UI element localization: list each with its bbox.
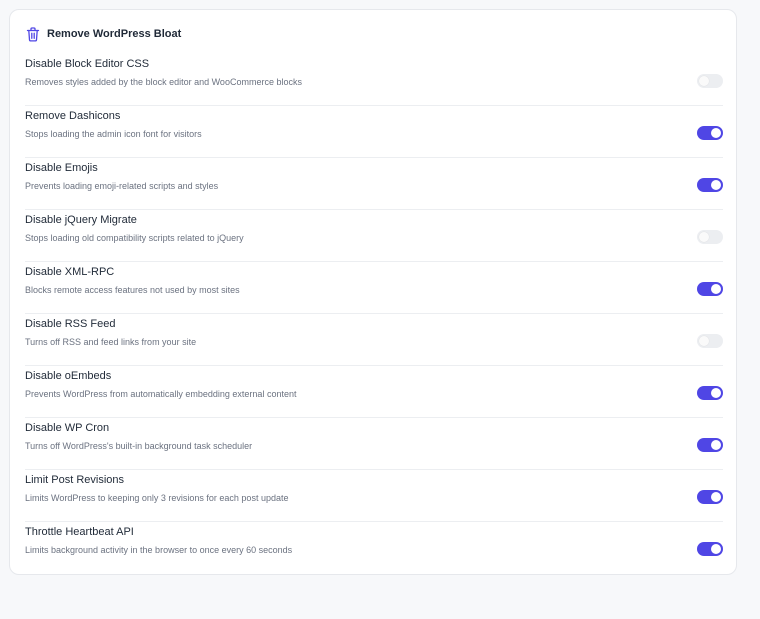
setting-label: Disable WP Cron <box>25 422 110 434</box>
toggle-knob <box>711 180 721 190</box>
setting-toggle[interactable] <box>697 386 723 400</box>
trash-icon <box>26 26 40 42</box>
setting-description: Turns off WordPress's built-in backgroun… <box>25 441 253 451</box>
setting-row: Disable oEmbeds Prevents WordPress from … <box>25 366 723 418</box>
settings-card: Remove WordPress Bloat Disable Block Edi… <box>9 9 737 575</box>
settings-list: Disable Block Editor CSS Removes styles … <box>25 54 723 574</box>
setting-label: Remove Dashicons <box>25 110 121 122</box>
setting-label: Disable Emojis <box>25 162 98 174</box>
setting-row: Disable Emojis Prevents loading emoji-re… <box>25 158 723 210</box>
setting-description: Prevents WordPress from automatically em… <box>25 389 297 399</box>
toggle-knob <box>711 492 721 502</box>
setting-label: Disable oEmbeds <box>25 370 112 382</box>
setting-row: Disable WP Cron Turns off WordPress's bu… <box>25 418 723 470</box>
setting-description: Stops loading old compatibility scripts … <box>25 233 244 243</box>
setting-toggle[interactable] <box>697 126 723 140</box>
setting-row: Limit Post Revisions Limits WordPress to… <box>25 470 723 522</box>
toggle-knob <box>711 388 721 398</box>
card-title: Remove WordPress Bloat <box>47 28 182 40</box>
toggle-knob <box>699 232 709 242</box>
setting-description: Prevents loading emoji-related scripts a… <box>25 181 219 191</box>
setting-toggle[interactable] <box>697 230 723 244</box>
setting-description: Limits WordPress to keeping only 3 revis… <box>25 493 289 503</box>
setting-label: Disable XML-RPC <box>25 266 115 278</box>
toggle-knob <box>711 544 721 554</box>
setting-description: Removes styles added by the block editor… <box>25 77 302 87</box>
setting-toggle[interactable] <box>697 334 723 348</box>
setting-toggle[interactable] <box>697 282 723 296</box>
toggle-knob <box>711 440 721 450</box>
setting-description: Stops loading the admin icon font for vi… <box>25 129 202 139</box>
setting-toggle[interactable] <box>697 490 723 504</box>
toggle-knob <box>711 284 721 294</box>
setting-description: Blocks remote access features not used b… <box>25 285 240 295</box>
setting-row: Disable XML-RPC Blocks remote access fea… <box>25 262 723 314</box>
setting-label: Limit Post Revisions <box>25 474 125 486</box>
setting-row: Disable Block Editor CSS Removes styles … <box>25 54 723 106</box>
setting-toggle[interactable] <box>697 542 723 556</box>
toggle-knob <box>699 76 709 86</box>
setting-label: Throttle Heartbeat API <box>25 526 134 538</box>
setting-label: Disable Block Editor CSS <box>25 58 150 70</box>
setting-description: Limits background activity in the browse… <box>25 545 293 555</box>
setting-description: Turns off RSS and feed links from your s… <box>25 337 197 347</box>
setting-toggle[interactable] <box>697 178 723 192</box>
setting-row: Disable jQuery Migrate Stops loading old… <box>25 210 723 262</box>
toggle-knob <box>711 128 721 138</box>
setting-row: Throttle Heartbeat API Limits background… <box>25 522 723 574</box>
setting-label: Disable jQuery Migrate <box>25 214 137 226</box>
setting-row: Remove Dashicons Stops loading the admin… <box>25 106 723 158</box>
setting-row: Disable RSS Feed Turns off RSS and feed … <box>25 314 723 366</box>
setting-toggle[interactable] <box>697 438 723 452</box>
setting-toggle[interactable] <box>697 74 723 88</box>
card-header: Remove WordPress Bloat <box>26 26 181 42</box>
setting-label: Disable RSS Feed <box>25 318 116 330</box>
toggle-knob <box>699 336 709 346</box>
